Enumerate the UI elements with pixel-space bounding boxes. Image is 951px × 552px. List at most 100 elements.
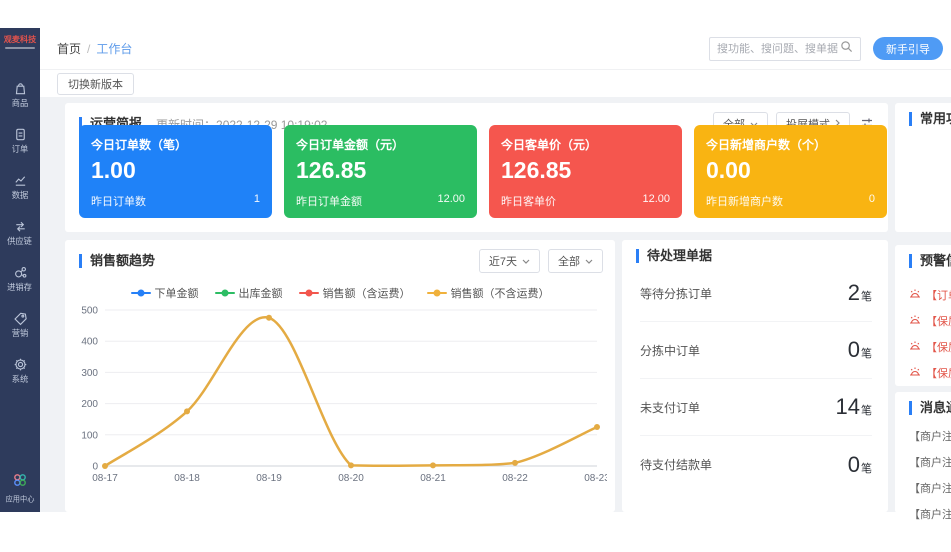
- app-center-icon: [12, 472, 28, 493]
- alerts-panel: 预警信息 【订单】 【保质期】 【保质期】: [895, 245, 951, 386]
- stat-title: 今日新增商户数（个）: [706, 136, 875, 153]
- notice-text: 【商户注册】: [909, 428, 951, 444]
- stat-sub-row: 昨日订单数1: [91, 193, 260, 209]
- pending-row-unpaid-settlements[interactable]: 待支付结款单 0笔: [640, 436, 872, 493]
- alert-item[interactable]: 【保质期】: [909, 308, 951, 334]
- notice-item[interactable]: 【商户注册】: [909, 475, 951, 501]
- svg-text:08-17: 08-17: [92, 473, 118, 484]
- notice-item[interactable]: 【商户注册】: [909, 423, 951, 449]
- notifications-panel: 消息通知 【商户注册】 【商户注册】 【商户注册】 【商户注册】: [895, 392, 951, 513]
- common-functions-header: 常用功能: [895, 103, 951, 126]
- pending-header: 待处理单据: [622, 240, 888, 263]
- products-icon: [13, 81, 28, 96]
- sales-trend-chart: 010020030040050008-1708-1808-1908-2008-2…: [73, 300, 607, 501]
- stat-value: 126.85: [501, 157, 670, 184]
- logo-title: 观麦科技: [4, 35, 36, 43]
- svg-text:08-20: 08-20: [338, 473, 364, 484]
- alert-item[interactable]: 【保质期】: [909, 360, 951, 386]
- legend-item-order-amount[interactable]: 下单金额: [131, 285, 199, 301]
- supply-chain-icon: [13, 219, 28, 234]
- trend-controls: 近7天 全部: [479, 249, 603, 273]
- legend-item-sales-excl-shipping[interactable]: 销售额（不含运费）: [427, 285, 550, 301]
- logo-subtitle-decoration: [5, 47, 35, 49]
- svg-text:500: 500: [81, 306, 98, 317]
- svg-text:400: 400: [81, 337, 98, 348]
- sidebar-item-orders[interactable]: 订单: [0, 117, 40, 163]
- toolbar: 切换新版本: [40, 70, 951, 97]
- logo: 观麦科技: [2, 35, 38, 49]
- alert-text: 【保质期】: [926, 365, 951, 381]
- stat-sub-row: 昨日新增商户数0: [706, 193, 875, 209]
- pending-row-awaiting-sorting[interactable]: 等待分拣订单 2笔: [640, 265, 872, 322]
- pending-list: 等待分拣订单 2笔 分拣中订单 0笔 未支付订单 14笔 待支付结款单 0笔: [622, 263, 888, 493]
- date-range-dropdown[interactable]: 近7天: [479, 249, 540, 273]
- notice-text: 【商户注册】: [909, 506, 951, 522]
- breadcrumb-current: 工作台: [96, 40, 132, 57]
- legend-item-outbound-amount[interactable]: 出库金额: [215, 285, 283, 301]
- svg-text:300: 300: [81, 368, 98, 379]
- stat-title: 今日订单金额（元）: [296, 136, 465, 153]
- main-area: 首页 / 工作台 新手引导 切换新版本 运营简报: [40, 28, 951, 512]
- guide-button[interactable]: 新手引导: [873, 37, 943, 60]
- legend-label: 下单金额: [155, 285, 199, 301]
- pending-row-sorting-in-progress[interactable]: 分拣中订单 0笔: [640, 322, 872, 379]
- pending-count: 2笔: [848, 280, 872, 306]
- sidebar-item-marketing[interactable]: 营销: [0, 301, 40, 347]
- alert-item[interactable]: 【订单】: [909, 282, 951, 308]
- legend-item-sales-incl-shipping[interactable]: 销售额（含运费）: [299, 285, 411, 301]
- search-box: [709, 37, 861, 61]
- sidebar-item-label: 应用中心: [6, 496, 35, 503]
- switch-version-button[interactable]: 切换新版本: [57, 73, 134, 95]
- alert-text: 【订单】: [926, 287, 951, 303]
- screen: 观麦科技 商品 订单 数据 供应链: [0, 0, 951, 552]
- breadcrumb-home[interactable]: 首页: [57, 40, 81, 57]
- sidebar-item-label: 营销: [12, 329, 29, 337]
- sidebar-item-label: 数据: [12, 191, 29, 199]
- svg-text:08-19: 08-19: [256, 473, 282, 484]
- sidebar-item-label: 供应链: [8, 237, 33, 245]
- notifications-header: 消息通知: [895, 392, 951, 415]
- common-functions-panel: 常用功能: [895, 103, 951, 232]
- alert-item[interactable]: 【保质期】: [909, 334, 951, 360]
- trend-scope-dropdown[interactable]: 全部: [548, 249, 603, 273]
- search-icon: [840, 40, 853, 58]
- panel-title: 常用功能: [909, 112, 951, 126]
- pending-label: 待支付结款单: [640, 456, 712, 473]
- sidebar-item-system[interactable]: 系统: [0, 347, 40, 393]
- panel-title: 待处理单据: [636, 249, 712, 263]
- operations-brief-panel: 运营简报 更新时间：2022-12-29 10:19:02 全部 投屏模式: [65, 103, 888, 232]
- sidebar-item-supply-chain[interactable]: 供应链: [0, 209, 40, 255]
- stat-value: 1.00: [91, 157, 260, 184]
- alert-list: 【订单】 【保质期】 【保质期】 【保质期】: [895, 268, 951, 386]
- notice-item[interactable]: 【商户注册】: [909, 501, 951, 527]
- stat-title: 今日订单数（笔）: [91, 136, 260, 153]
- notice-text: 【商户注册】: [909, 480, 951, 496]
- sidebar-item-app-center[interactable]: 应用中心: [0, 472, 40, 504]
- pending-row-unpaid-orders[interactable]: 未支付订单 14笔: [640, 379, 872, 436]
- sales-trend-header: 销售额趋势 近7天 全部: [65, 240, 615, 273]
- orders-icon: [13, 127, 28, 142]
- sidebar-item-data[interactable]: 数据: [0, 163, 40, 209]
- search-input[interactable]: [717, 43, 840, 55]
- pending-count: 14笔: [836, 394, 872, 420]
- stat-value: 126.85: [296, 157, 465, 184]
- alert-text: 【保质期】: [926, 339, 951, 355]
- chevron-down-icon: [585, 255, 593, 267]
- notice-item[interactable]: 【商户注册】: [909, 449, 951, 475]
- stat-card-new-merchants: 今日新增商户数（个） 0.00 昨日新增商户数0: [694, 125, 887, 218]
- stat-card-orders-count: 今日订单数（笔） 1.00 昨日订单数1: [79, 125, 272, 218]
- svg-text:08-18: 08-18: [174, 473, 200, 484]
- sidebar-item-label: 商品: [12, 99, 29, 107]
- system-icon: [13, 357, 28, 372]
- chevron-down-icon: [522, 255, 530, 267]
- sidebar-item-inventory[interactable]: 进销存: [0, 255, 40, 301]
- stat-cards: 今日订单数（笔） 1.00 昨日订单数1 今日订单金额（元） 126.85 昨日…: [79, 125, 887, 218]
- notice-text: 【商户注册】: [909, 454, 951, 470]
- legend-marker: [299, 289, 319, 298]
- svg-text:100: 100: [81, 430, 98, 441]
- alarm-icon: [909, 340, 921, 355]
- svg-text:08-22: 08-22: [502, 473, 528, 484]
- alerts-header: 预警信息: [895, 245, 951, 268]
- sidebar-item-products[interactable]: 商品: [0, 71, 40, 117]
- alarm-icon: [909, 288, 921, 303]
